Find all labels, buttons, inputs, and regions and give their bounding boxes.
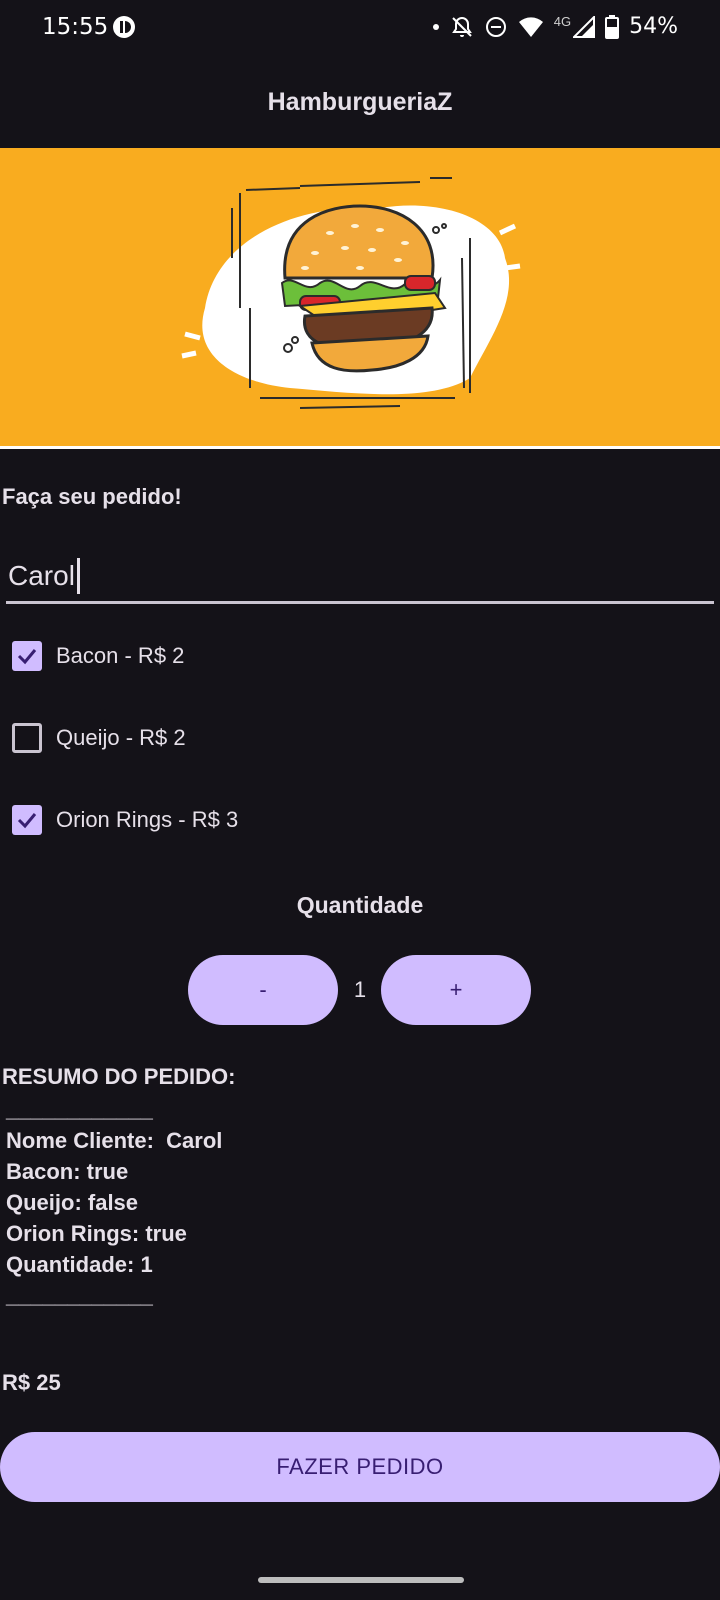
bell-off-icon	[451, 16, 472, 37]
option-onion-rings[interactable]: Orion Rings - R$ 3	[12, 800, 238, 840]
signal-icon	[573, 15, 596, 38]
decrease-quantity-button[interactable]: -	[188, 955, 338, 1025]
onion-rings-label: Orion Rings - R$ 3	[56, 807, 239, 832]
option-queijo[interactable]: Queijo - R$ 2	[12, 718, 186, 758]
summary-bacon: Bacon: true	[6, 1159, 129, 1184]
customer-name-input[interactable]	[6, 550, 714, 604]
battery-icon	[605, 14, 620, 39]
bacon-checkbox[interactable]	[12, 641, 42, 671]
quantity-title: Quantidade	[296, 892, 424, 918]
summary-onion-rings: Orion Rings: true	[6, 1221, 187, 1246]
banner-image	[0, 148, 720, 446]
option-bacon[interactable]: Bacon - R$ 2	[12, 636, 184, 676]
checkmark-icon	[17, 813, 37, 829]
wifi-icon	[518, 16, 543, 37]
app-bar: HamburgueriaZ	[0, 56, 720, 148]
summary-customer: Nome Cliente: Carol	[6, 1128, 223, 1153]
summary-title: RESUMO DO PEDIDO:	[2, 1064, 236, 1089]
quantity-value: 1	[353, 977, 367, 1002]
do-not-disturb-icon	[485, 16, 506, 37]
form-title: Faça seu pedido!	[2, 484, 182, 509]
onion-rings-checkbox[interactable]	[12, 805, 42, 835]
burger-illustration	[181, 177, 521, 409]
status-icons: 4G 54%	[432, 14, 678, 39]
place-order-button[interactable]: FAZER PEDIDO	[0, 1432, 720, 1502]
queijo-label: Queijo - R$ 2	[56, 725, 186, 750]
gesture-nav-handle[interactable]	[258, 1577, 464, 1583]
summary-separator-end: ____________	[6, 1283, 153, 1308]
summary-quantity: Quantidade: 1	[6, 1252, 153, 1277]
notification-dot-icon	[432, 23, 439, 30]
summary-queijo: Queijo: false	[6, 1190, 139, 1215]
checkmark-icon	[17, 649, 37, 665]
order-summary: ____________ Nome Cliente: Carol Bacon: …	[6, 1094, 222, 1311]
status-bar: 15:55 4G 54%	[0, 0, 720, 56]
banner-divider	[0, 446, 720, 449]
app-notification-icon	[113, 16, 135, 38]
network-type-label: 4G	[553, 14, 572, 29]
queijo-checkbox[interactable]	[12, 723, 42, 753]
text-cursor	[77, 558, 80, 594]
increase-quantity-button[interactable]: +	[381, 955, 531, 1025]
summary-separator: ____________	[6, 1097, 153, 1122]
order-total: R$ 25	[2, 1370, 61, 1395]
app-title: HamburgueriaZ	[267, 88, 453, 116]
battery-percent: 54%	[629, 14, 678, 39]
status-time: 15:55	[42, 14, 109, 40]
bacon-label: Bacon - R$ 2	[56, 643, 185, 668]
